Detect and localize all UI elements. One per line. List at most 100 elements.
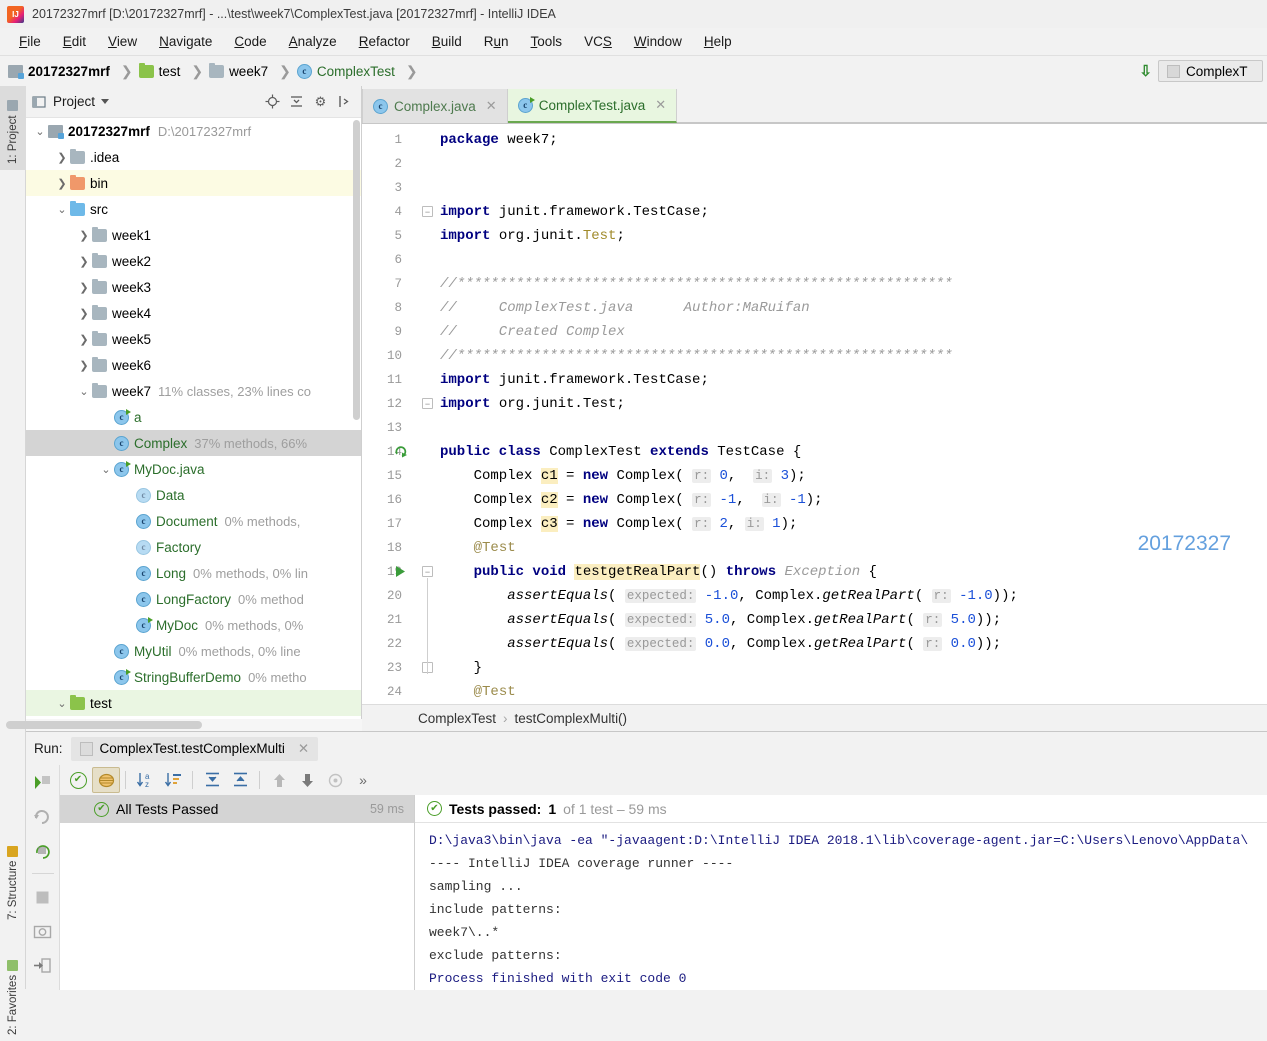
breadcrumb-item-20172327mrf[interactable]: 20172327mrf❯: [8, 63, 139, 80]
code-editor[interactable]: 123456789101112131415161718192021222324−…: [362, 124, 1267, 704]
menu-item-file[interactable]: File: [8, 31, 52, 52]
menu-item-navigate[interactable]: Navigate: [148, 31, 223, 52]
tree-row[interactable]: ❯week3: [26, 274, 361, 300]
tree-row[interactable]: ⌄src: [26, 196, 361, 222]
breadcrumb-item-complextest[interactable]: cComplexTest❯: [297, 63, 424, 80]
track-running-test-icon[interactable]: [321, 767, 349, 793]
editor-code-area[interactable]: package week7;import junit.framework.Tes…: [440, 124, 1267, 704]
project-vertical-scrollbar[interactable]: [352, 118, 361, 731]
editor-gutter[interactable]: 123456789101112131415161718192021222324−…: [362, 124, 440, 704]
tree-row[interactable]: ca: [26, 404, 361, 430]
collapse-all-icon[interactable]: [289, 94, 304, 109]
breadcrumb-item-test[interactable]: test❯: [139, 63, 210, 80]
tree-row[interactable]: ⌄20172327mrfD:\20172327mrf: [26, 118, 361, 144]
breadcrumb-method[interactable]: testComplexMulti(): [515, 711, 628, 726]
collapse-all-icon[interactable]: [226, 767, 254, 793]
editor-tab-complex-java[interactable]: cComplex.java✕: [362, 89, 508, 123]
test-results-tree[interactable]: ✔ All Tests Passed 59 ms: [60, 795, 415, 990]
chevron-down-icon[interactable]: ⌄: [54, 203, 70, 216]
next-failed-test-icon[interactable]: [293, 767, 321, 793]
run-session-tab[interactable]: ComplexTest.testComplexMulti ✕: [71, 737, 319, 761]
tree-row[interactable]: ❯week1: [26, 222, 361, 248]
menu-item-refactor[interactable]: Refactor: [348, 31, 421, 52]
tree-row[interactable]: ❯week5: [26, 326, 361, 352]
menu-item-window[interactable]: Window: [623, 31, 693, 52]
tree-row[interactable]: cMyUtil0% methods, 0% line: [26, 638, 361, 664]
tree-row[interactable]: ⌄test: [26, 690, 361, 716]
close-icon[interactable]: ✕: [298, 741, 309, 757]
tree-row[interactable]: cFactory: [26, 534, 361, 560]
sidebar-item-structure[interactable]: 7: Structure: [0, 814, 26, 926]
hide-panel-icon[interactable]: [337, 94, 352, 109]
run-configuration-selector[interactable]: ComplexT: [1158, 60, 1263, 82]
export-icon[interactable]: [29, 952, 57, 978]
close-icon[interactable]: ✕: [486, 98, 497, 114]
rerun-failed-tests-icon[interactable]: [29, 803, 57, 829]
chevron-right-icon[interactable]: ❯: [76, 229, 92, 242]
sidebar-item-favorites[interactable]: 2: Favorites: [0, 931, 26, 1041]
menu-item-tools[interactable]: Tools: [520, 31, 574, 52]
tree-row[interactable]: cLongFactory0% method: [26, 586, 361, 612]
tree-row[interactable]: ❯week6: [26, 352, 361, 378]
tree-row[interactable]: cMyDoc0% methods, 0%: [26, 612, 361, 638]
chevron-down-icon[interactable]: ⌄: [32, 125, 48, 138]
sidebar-item-project[interactable]: 1: Project: [0, 86, 26, 170]
menu-item-edit[interactable]: Edit: [52, 31, 97, 52]
scrollbar-thumb-horizontal[interactable]: [6, 721, 202, 729]
tree-row[interactable]: ❯bin: [26, 170, 361, 196]
chevron-down-icon[interactable]: ⌄: [98, 463, 114, 476]
tree-row[interactable]: cComplex37% methods, 66%: [26, 430, 361, 456]
project-tree[interactable]: ⌄20172327mrfD:\20172327mrf❯.idea❯bin⌄src…: [26, 118, 361, 731]
fold-imports-icon[interactable]: −: [422, 206, 433, 217]
chevron-right-icon[interactable]: ❯: [76, 359, 92, 372]
test-tree-row-all-tests[interactable]: ✔ All Tests Passed 59 ms: [60, 795, 414, 823]
tree-row[interactable]: ❯.idea: [26, 144, 361, 170]
tree-row[interactable]: cDocument0% methods,: [26, 508, 361, 534]
settings-gear-icon[interactable]: ⚙: [313, 94, 328, 109]
download-updates-icon[interactable]: ⇩: [1139, 62, 1152, 80]
chevron-right-icon[interactable]: ❯: [76, 255, 92, 268]
menu-item-help[interactable]: Help: [693, 31, 743, 52]
close-icon[interactable]: ✕: [655, 97, 666, 113]
chevron-down-icon[interactable]: [101, 99, 109, 104]
sort-by-duration-icon[interactable]: [159, 767, 187, 793]
stop-icon[interactable]: [29, 884, 57, 910]
chevron-right-icon[interactable]: ❯: [54, 177, 70, 190]
screenshot-icon[interactable]: [29, 918, 57, 944]
tree-row[interactable]: cStringBufferDemo0% metho: [26, 664, 361, 690]
tree-row[interactable]: ⌄cMyDoc.java: [26, 456, 361, 482]
menu-item-build[interactable]: Build: [421, 31, 473, 52]
chevron-right-icon[interactable]: ❯: [76, 333, 92, 346]
fold-imports-end-icon[interactable]: −: [422, 398, 433, 409]
tree-row[interactable]: cLong0% methods, 0% lin: [26, 560, 361, 586]
fold-method-icon[interactable]: −: [422, 566, 433, 577]
breadcrumb-class[interactable]: ComplexTest: [418, 711, 496, 726]
tree-row[interactable]: ❯week2: [26, 248, 361, 274]
chevron-down-icon[interactable]: ⌄: [54, 697, 70, 710]
run-console[interactable]: ✔ Tests passed: 1 of 1 test – 59 ms D:\j…: [415, 795, 1267, 990]
editor-tab-complextest-java[interactable]: cComplexTest.java✕: [508, 89, 677, 123]
scrollbar-thumb[interactable]: [353, 120, 360, 420]
run-test-method-icon[interactable]: [394, 564, 408, 582]
menu-item-vcs[interactable]: VCS: [573, 31, 623, 52]
chevron-right-icon[interactable]: ❯: [76, 307, 92, 320]
menu-item-analyze[interactable]: Analyze: [278, 31, 348, 52]
toggle-auto-test-icon[interactable]: [29, 837, 57, 863]
locate-icon[interactable]: [265, 94, 280, 109]
more-options-icon[interactable]: »: [349, 767, 377, 793]
show-ignored-tests-toggle[interactable]: [92, 767, 120, 793]
tree-row[interactable]: cData: [26, 482, 361, 508]
sort-alphabetically-icon[interactable]: az: [131, 767, 159, 793]
menu-item-code[interactable]: Code: [223, 31, 277, 52]
run-class-with-coverage-icon[interactable]: [394, 444, 409, 462]
show-passed-tests-toggle[interactable]: ✔: [64, 767, 92, 793]
menu-item-view[interactable]: View: [97, 31, 148, 52]
tree-row[interactable]: ⌄week711% classes, 23% lines co: [26, 378, 361, 404]
breadcrumb-item-week7[interactable]: week7❯: [209, 63, 297, 80]
chevron-right-icon[interactable]: ❯: [54, 151, 70, 164]
prev-failed-test-icon[interactable]: [265, 767, 293, 793]
chevron-right-icon[interactable]: ❯: [76, 281, 92, 294]
menu-item-run[interactable]: Run: [473, 31, 520, 52]
expand-all-icon[interactable]: [198, 767, 226, 793]
rerun-green-icon[interactable]: [29, 769, 57, 795]
